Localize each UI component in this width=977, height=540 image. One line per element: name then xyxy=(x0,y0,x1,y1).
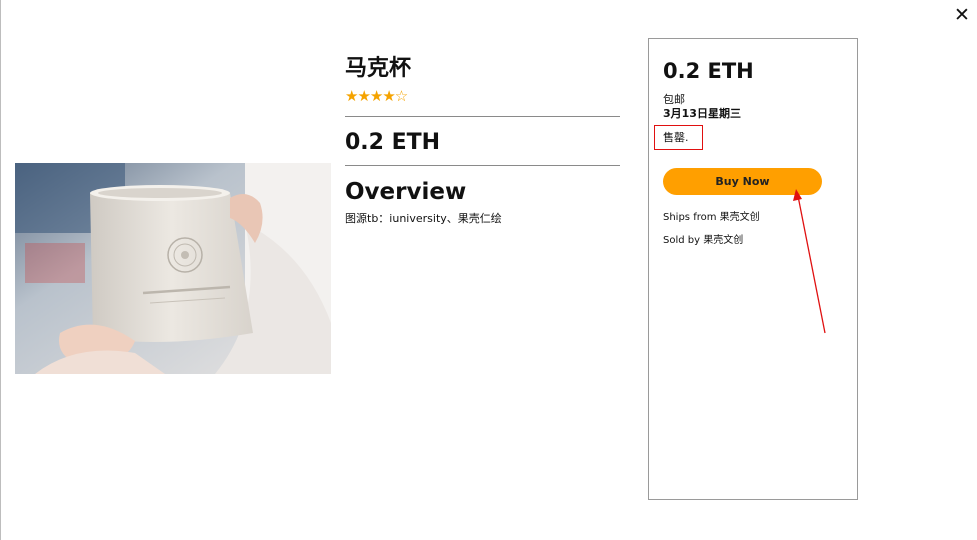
buybox-price: 0.2 ETH xyxy=(663,59,754,83)
ships-from: Ships from 果壳文创 xyxy=(663,211,760,225)
close-icon[interactable]: ✕ xyxy=(952,4,972,26)
star-icons: ★★★★☆ xyxy=(345,87,408,105)
divider xyxy=(345,116,620,117)
window-edge xyxy=(0,0,1,540)
sold-by-label: Sold by xyxy=(663,235,701,246)
shipping-info: 包邮 xyxy=(663,93,685,106)
product-title: 马克杯 xyxy=(345,56,412,81)
delivery-date: 3月13日星期三 xyxy=(663,107,741,120)
buy-box: 0.2 ETH 包邮 3月13日星期三 售罄. Buy Now Ships fr… xyxy=(648,38,858,500)
annotation-highlight-box xyxy=(654,125,703,150)
sold-by: Sold by 果壳文创 xyxy=(663,234,743,248)
ships-from-label: Ships from xyxy=(663,212,717,223)
sold-by-value: 果壳文创 xyxy=(703,235,744,246)
product-price: 0.2 ETH xyxy=(345,130,441,155)
product-modal: ✕ 马克杯 ★★★★☆ 0.2 ETH Overview 图源tb：iunive… xyxy=(0,0,977,540)
product-image xyxy=(15,163,331,374)
ships-from-value: 果壳文创 xyxy=(719,212,760,223)
buy-now-button[interactable]: Buy Now xyxy=(663,168,822,195)
overview-heading: Overview xyxy=(345,179,467,205)
product-info: 马克杯 ★★★★☆ 0.2 ETH Overview 图源tb：iunivers… xyxy=(345,54,620,226)
divider xyxy=(345,165,620,166)
star-rating: ★★★★☆ xyxy=(345,88,620,104)
image-source-text: 图源tb：iuniversity、果壳仁绘 xyxy=(345,212,502,225)
